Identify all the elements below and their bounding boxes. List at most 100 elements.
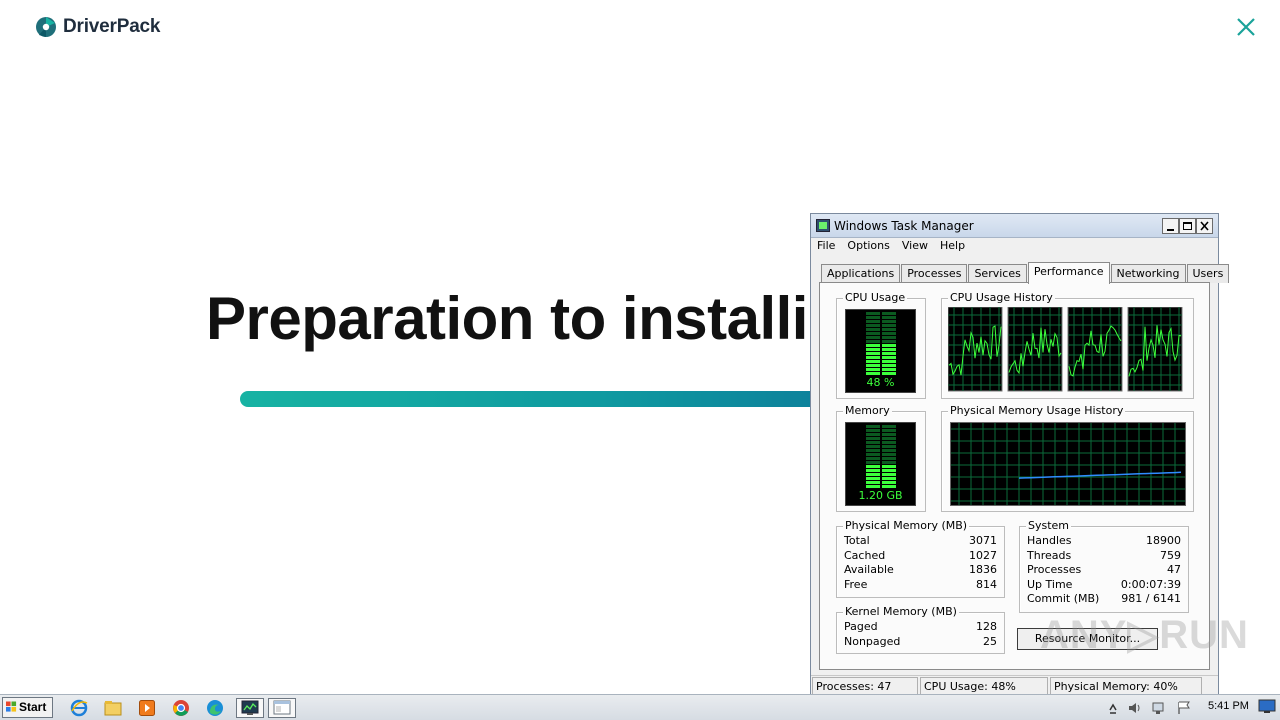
- cpu-core-graph: [1067, 307, 1123, 392]
- maximize-button[interactable]: [1179, 218, 1196, 234]
- driverpack-window-icon[interactable]: [268, 698, 296, 718]
- meter-segment: [882, 360, 896, 363]
- meter-segment: [882, 372, 896, 375]
- task-manager-titlebar[interactable]: Windows Task Manager: [811, 214, 1218, 238]
- meter-segment: [882, 320, 896, 323]
- meter-segment: [866, 473, 880, 476]
- tab-strip: Applications Processes Services Performa…: [821, 262, 1230, 284]
- meter-segment: [882, 433, 896, 436]
- meter-segment: [866, 360, 880, 363]
- meter-segment: [866, 312, 880, 315]
- cpu-core-graph: [1007, 307, 1063, 392]
- menu-view[interactable]: View: [896, 238, 934, 256]
- meter-segment: [866, 437, 880, 440]
- close-icon: [1200, 221, 1209, 231]
- status-bar: Processes: 47 CPU Usage: 48% Physical Me…: [811, 675, 1218, 696]
- menu-file[interactable]: File: [811, 238, 841, 256]
- menu-help[interactable]: Help: [934, 238, 971, 256]
- action-center-flag-icon: [1178, 701, 1190, 714]
- row-key: Cached: [844, 548, 886, 562]
- meter-segment: [866, 449, 880, 452]
- tab-users[interactable]: Users: [1186, 264, 1230, 283]
- meter-segment: [866, 461, 880, 464]
- meter-segment: [882, 368, 896, 371]
- meter-segment: [866, 332, 880, 335]
- desktop-screen: DriverPack Preparation to installi Windo…: [0, 0, 1280, 720]
- meter-segment: [866, 328, 880, 331]
- meter-segment: [882, 316, 896, 319]
- clock[interactable]: 5:41 PM: [1208, 700, 1249, 712]
- close-button[interactable]: [1234, 15, 1258, 39]
- meter-segment: [882, 328, 896, 331]
- meter-segment: [866, 316, 880, 319]
- tab-performance[interactable]: Performance: [1027, 262, 1110, 284]
- row-key: Up Time: [1027, 577, 1073, 591]
- ie-icon[interactable]: [68, 698, 90, 718]
- meter-segment: [882, 336, 896, 339]
- meter-segment: [882, 332, 896, 335]
- table-row: Nonpaged 25: [844, 635, 997, 650]
- row-value: 3071: [969, 534, 997, 547]
- row-key: Nonpaged: [844, 634, 901, 648]
- cpu-usage-label: CPU Usage: [843, 291, 908, 304]
- table-row: Free 814: [844, 578, 997, 593]
- meter-segment: [866, 368, 880, 371]
- cpu-usage-meter: 48 %: [845, 309, 916, 393]
- meter-segment: [866, 433, 880, 436]
- tab-processes[interactable]: Processes: [901, 264, 968, 283]
- row-value: 18900: [1146, 534, 1181, 547]
- row-value: 759: [1160, 548, 1181, 562]
- table-row: Commit (MB) 981 / 6141: [1027, 592, 1181, 607]
- system-table: Handles 18900 Threads 759 Processes 47 Up T…: [1027, 534, 1181, 607]
- meter-segment: [866, 324, 880, 327]
- meter-segment: [882, 437, 896, 440]
- meter-segment: [882, 312, 896, 315]
- physical-memory-label: Physical Memory (MB): [843, 519, 970, 532]
- install-progress-bar: [240, 391, 840, 407]
- table-row: Up Time 0:00:07:39: [1027, 578, 1181, 593]
- chrome-icon[interactable]: [170, 698, 192, 718]
- task-manager-icon[interactable]: [236, 698, 264, 718]
- meter-segment: [866, 481, 880, 484]
- tab-services[interactable]: Services: [968, 264, 1027, 283]
- table-row: Available 1836: [844, 563, 997, 578]
- tab-networking[interactable]: Networking: [1110, 264, 1186, 283]
- memory-history-group: Physical Memory Usage History: [941, 405, 1194, 512]
- meter-segment: [882, 457, 896, 460]
- row-key: Total: [844, 534, 870, 547]
- window-close-button[interactable]: [1196, 218, 1213, 234]
- edge-icon[interactable]: [204, 698, 226, 718]
- driverpack-logo: DriverPack: [35, 16, 160, 38]
- memory-group: Memory 1.20 GB: [836, 405, 926, 512]
- row-value: 1836: [969, 563, 997, 577]
- kernel-memory-table: Paged 128 Nonpaged 25: [844, 620, 997, 649]
- meter-segment: [866, 445, 880, 448]
- memory-meter: 1.20 GB: [845, 422, 916, 506]
- physical-memory-group: Physical Memory (MB) Total 3071 Cached 102…: [836, 520, 1005, 598]
- meter-segment: [866, 477, 880, 480]
- desktop-monitor-icon: [1258, 699, 1276, 713]
- start-button[interactable]: Start: [2, 697, 53, 718]
- table-row: Handles 18900: [1027, 534, 1181, 549]
- tab-applications[interactable]: Applications: [821, 264, 901, 283]
- menu-options[interactable]: Options: [841, 238, 895, 256]
- table-row: Cached 1027: [844, 549, 997, 564]
- row-value: 128: [976, 620, 997, 633]
- row-value: 1027: [969, 548, 997, 562]
- meter-segment: [866, 352, 880, 355]
- minimize-button[interactable]: [1162, 218, 1179, 234]
- start-label: Start: [19, 700, 47, 714]
- brand-name: DriverPack: [63, 16, 161, 37]
- media-player-icon[interactable]: [136, 698, 158, 718]
- kernel-memory-group: Kernel Memory (MB) Paged 128 Nonpaged 25: [836, 606, 1005, 654]
- page-title: Preparation to installi: [206, 285, 808, 352]
- row-value: 814: [976, 577, 997, 591]
- cpu-history-label: CPU Usage History: [948, 291, 1055, 304]
- row-value: 981 / 6141: [1121, 592, 1181, 606]
- table-row: Threads 759: [1027, 549, 1181, 564]
- cpu-meter-bars: [866, 312, 896, 375]
- show-desktop-button[interactable]: [1258, 699, 1276, 715]
- explorer-folder-icon[interactable]: [102, 698, 124, 718]
- row-key: Paged: [844, 620, 878, 633]
- meter-segment: [866, 372, 880, 375]
